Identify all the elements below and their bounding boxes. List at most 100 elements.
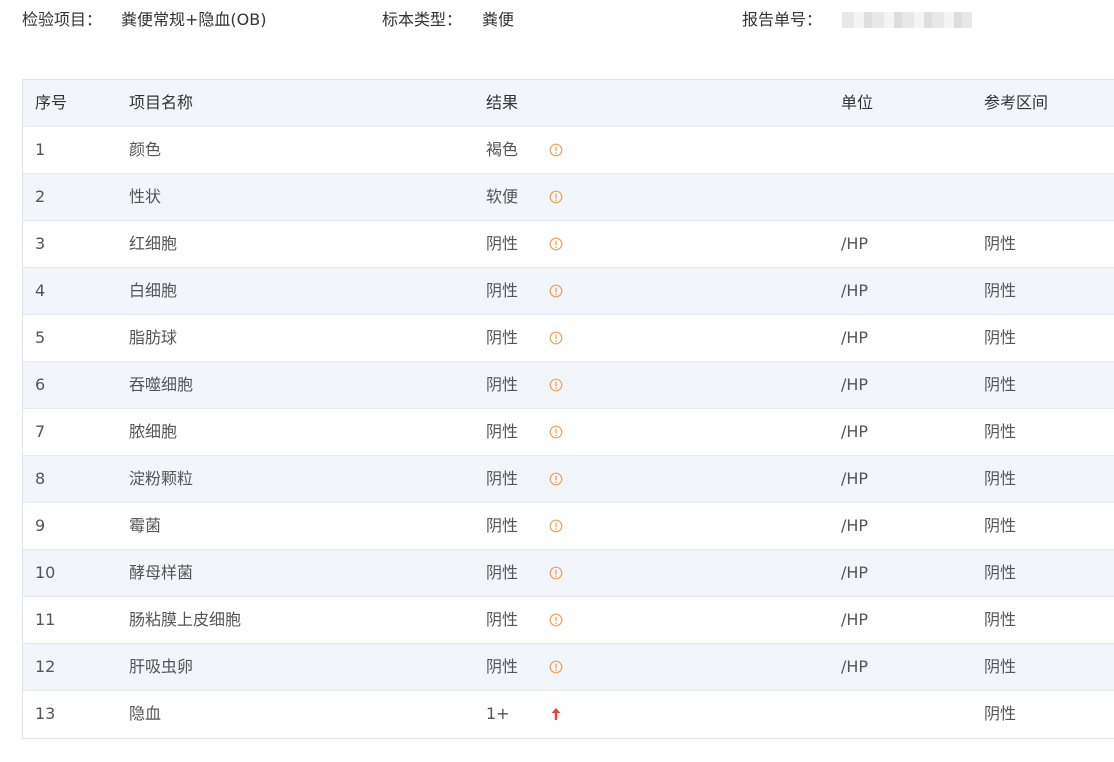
row-reference: 阴性 [984, 610, 1017, 629]
row-index: 3 [35, 234, 46, 253]
row-flag [549, 503, 563, 549]
column-header-result: 结果 [486, 93, 519, 112]
info-icon [549, 190, 563, 204]
table-row: 1 颜色 褐色 [23, 127, 1114, 174]
info-icon [549, 519, 563, 533]
row-unit: /HP [841, 328, 869, 347]
row-index: 5 [35, 328, 46, 347]
info-icon [549, 378, 563, 392]
table-row: 9 霉菌 阴性/HP 阴性 [23, 503, 1114, 550]
row-result: 阴性 [486, 657, 519, 676]
row-item-name: 隐血 [129, 704, 162, 723]
row-reference: 阴性 [984, 704, 1017, 723]
row-item-name: 淀粉颗粒 [129, 469, 194, 488]
row-reference: 阴性 [984, 422, 1017, 441]
project-label: 检验项目： [22, 10, 103, 29]
row-flag [549, 268, 563, 314]
row-unit: /HP [841, 563, 869, 582]
column-header-reference: 参考区间 [984, 93, 1049, 112]
row-item-name: 脂肪球 [129, 328, 178, 347]
row-flag [549, 550, 563, 596]
column-header-name: 项目名称 [129, 93, 194, 112]
table-row: 4 白细胞 阴性/HP 阴性 [23, 268, 1114, 315]
row-result: 褐色 [486, 140, 519, 159]
row-reference: 阴性 [984, 234, 1017, 253]
info-icon [549, 472, 563, 486]
row-result: 阴性 [486, 469, 519, 488]
table-row: 11 肠粘膜上皮细胞 阴性/HP 阴性 [23, 597, 1114, 644]
row-unit: /HP [841, 657, 869, 676]
row-unit: /HP [841, 422, 869, 441]
table-header-row: 序号 项目名称 结果 单位 参考区间 [23, 80, 1114, 127]
row-unit: /HP [841, 234, 869, 253]
row-index: 10 [35, 563, 56, 582]
row-result: 阴性 [486, 516, 519, 535]
row-reference: 阴性 [984, 328, 1017, 347]
row-item-name: 红细胞 [129, 234, 178, 253]
info-icon [549, 237, 563, 251]
row-unit: /HP [841, 610, 869, 629]
row-flag [549, 362, 563, 408]
table-row: 12 肝吸虫卵 阴性/HP 阴性 [23, 644, 1114, 691]
table-row: 5 脂肪球 阴性/HP 阴性 [23, 315, 1114, 362]
info-icon [549, 660, 563, 674]
row-reference: 阴性 [984, 563, 1017, 582]
results-table: 序号 项目名称 结果 单位 参考区间 1 颜色 褐色 2 性状 软便 3 红细胞 阴性/HP 阴性… [22, 79, 1114, 739]
report-header: 检验项目： 粪便常规+隐血(OB) 标本类型： 粪便 报告单号： [0, 0, 1114, 40]
row-flag [549, 221, 563, 267]
row-item-name: 颜色 [129, 140, 162, 159]
table-row: 10 酵母样菌 阴性/HP 阴性 [23, 550, 1114, 597]
table-row: 13 隐血 1+ 阴性 [23, 691, 1114, 738]
table-row: 8 淀粉颗粒 阴性/HP 阴性 [23, 456, 1114, 503]
row-reference: 阴性 [984, 375, 1017, 394]
row-flag [549, 127, 563, 173]
info-icon [549, 284, 563, 298]
sample-type-value: 粪便 [482, 10, 515, 29]
table-row: 6 吞噬细胞 阴性/HP 阴性 [23, 362, 1114, 409]
column-header-unit: 单位 [841, 93, 874, 112]
row-item-name: 酵母样菌 [129, 563, 194, 582]
project-value[interactable]: 粪便常规+隐血(OB) [121, 9, 266, 31]
row-index: 9 [35, 516, 46, 535]
info-icon [549, 566, 563, 580]
row-item-name: 白细胞 [129, 281, 178, 300]
row-index: 1 [35, 140, 46, 159]
row-index: 11 [35, 610, 56, 629]
row-result: 阴性 [486, 610, 519, 629]
row-index: 4 [35, 281, 46, 300]
table-row: 3 红细胞 阴性/HP 阴性 [23, 221, 1114, 268]
row-result: 阴性 [486, 234, 519, 253]
row-index: 13 [35, 704, 56, 723]
row-result: 1+ [486, 704, 510, 723]
row-reference: 阴性 [984, 657, 1017, 676]
row-reference: 阴性 [984, 281, 1017, 300]
row-unit: /HP [841, 469, 869, 488]
row-result: 阴性 [486, 281, 519, 300]
row-index: 7 [35, 422, 46, 441]
table-row: 7 脓细胞 阴性/HP 阴性 [23, 409, 1114, 456]
row-index: 8 [35, 469, 46, 488]
row-flag [549, 315, 563, 361]
row-flag [549, 597, 563, 643]
row-item-name: 脓细胞 [129, 422, 178, 441]
info-icon [549, 613, 563, 627]
info-icon [549, 331, 563, 345]
row-flag [549, 644, 563, 690]
arrow-up-icon [551, 708, 561, 720]
row-result: 阴性 [486, 563, 519, 582]
row-result: 阴性 [486, 375, 519, 394]
row-flag [549, 691, 563, 737]
row-result: 软便 [486, 187, 519, 206]
row-item-name: 肠粘膜上皮细胞 [129, 610, 242, 629]
info-icon [549, 425, 563, 439]
row-index: 2 [35, 187, 46, 206]
row-flag [549, 174, 563, 220]
row-result: 阴性 [486, 328, 519, 347]
row-reference: 阴性 [984, 469, 1017, 488]
column-header-index: 序号 [35, 93, 68, 112]
table-row: 2 性状 软便 [23, 174, 1114, 221]
row-item-name: 吞噬细胞 [129, 375, 194, 394]
row-index: 6 [35, 375, 46, 394]
row-item-name: 霉菌 [129, 516, 162, 535]
row-reference: 阴性 [984, 516, 1017, 535]
